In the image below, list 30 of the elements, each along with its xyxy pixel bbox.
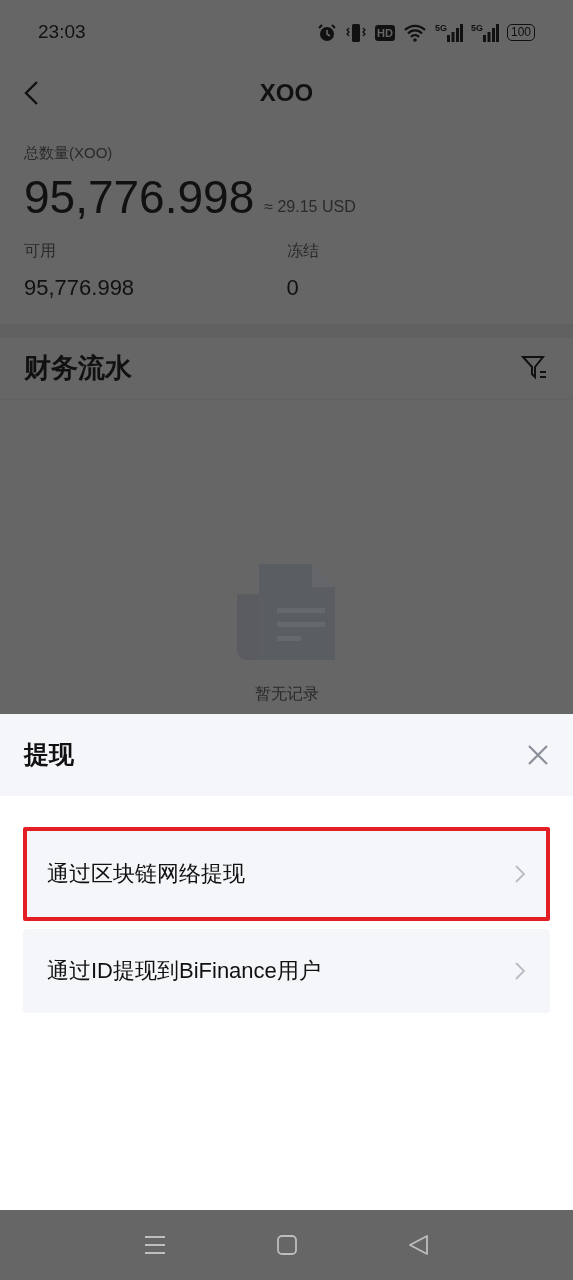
withdraw-option[interactable]: 通过区块链网络提现: [23, 826, 550, 921]
withdraw-option[interactable]: 通过ID提现到BiFinance用户: [23, 928, 550, 1013]
signal-icon: [482, 23, 499, 42]
filter-icon[interactable]: [521, 355, 549, 381]
sheet-title: 提现: [24, 738, 74, 770]
balance-value: 95,776.998: [24, 273, 136, 302]
hd-badge: HD: [375, 24, 395, 41]
fiat-value: ≈ 29.15 USD: [264, 196, 356, 217]
chevron-right-icon: [514, 960, 526, 981]
chevron-right-icon: [514, 863, 526, 884]
alarm-icon: [317, 22, 338, 43]
battery-indicator: 100: [506, 24, 535, 41]
wifi-icon: [402, 23, 427, 42]
network-type: 5G: [434, 23, 447, 33]
balance-label: 冻结: [286, 240, 320, 261]
balance-label: 可用: [24, 240, 57, 261]
total-amount: 95,776.998: [24, 169, 255, 225]
back-icon[interactable]: [22, 78, 40, 107]
balance-value: 0: [286, 273, 300, 302]
network-type: 5G: [470, 23, 483, 33]
vibrate-icon: [345, 22, 368, 43]
section-title: 财务流水: [24, 351, 132, 385]
signal-icon: [446, 23, 463, 42]
back-nav-icon[interactable]: [407, 1234, 430, 1256]
close-icon[interactable]: [527, 743, 549, 766]
menu-icon[interactable]: [143, 1235, 166, 1255]
empty-state-text: 暂无记录: [254, 683, 319, 704]
status-time: 23:03: [38, 20, 86, 45]
home-icon[interactable]: [275, 1234, 298, 1256]
page-title: XOO: [259, 77, 314, 108]
